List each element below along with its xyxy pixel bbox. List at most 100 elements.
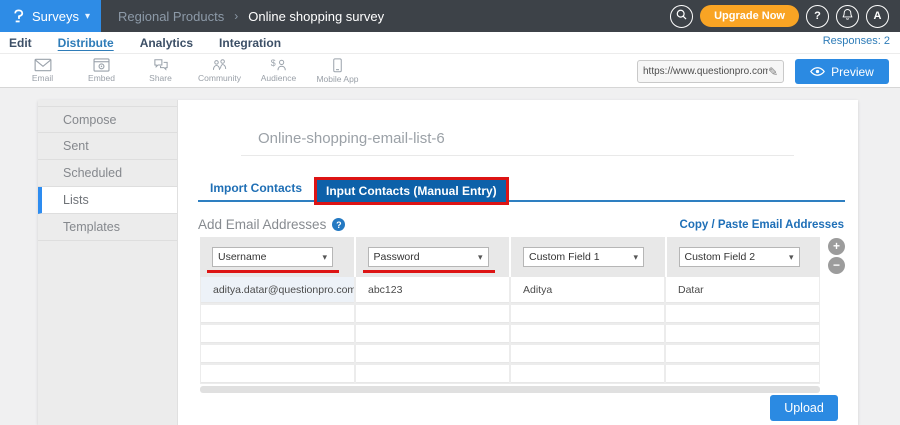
preview-label: Preview (831, 64, 874, 79)
sidebar-item-compose[interactable]: Compose (38, 106, 177, 133)
copy-paste-email-addresses-link[interactable]: Copy / Paste Email Addresses (680, 219, 844, 231)
tab-import-contacts[interactable]: Import Contacts (198, 176, 314, 200)
breadcrumb-current: Online shopping survey (248, 8, 385, 24)
table-cell-password[interactable] (356, 305, 509, 323)
question-mark-icon: ? (814, 10, 821, 22)
toolbar-item-label: Email (31, 73, 54, 83)
select-caret-icon: ▾ (322, 251, 327, 262)
table-cell-custom-2[interactable] (666, 365, 819, 383)
table-cell-custom-1[interactable] (511, 345, 664, 363)
breadcrumb-separator-icon: › (234, 9, 239, 23)
email-entry-table: Username ▾ Password ▾ Custom Field 1 ▾ C… (200, 237, 820, 393)
avatar[interactable]: A (866, 4, 889, 28)
embed-icon (93, 58, 110, 72)
edit-url-pencil-icon[interactable]: ✎ (768, 65, 778, 79)
top-header: Surveys ▾ Regional Products › Online sho… (0, 0, 900, 32)
survey-nav: Edit Distribute Analytics Integration Re… (0, 32, 900, 53)
list-detail-panel: Online-shopping-email-list-6 Import Cont… (178, 100, 858, 425)
avatar-initial: A (873, 10, 882, 22)
upgrade-now-button[interactable]: Upgrade Now (700, 5, 799, 27)
toolbar-item-embed[interactable]: Embed (72, 58, 131, 83)
preview-button[interactable]: Preview (795, 59, 889, 84)
breadcrumb: Regional Products › Online shopping surv… (118, 9, 384, 24)
toolbar-item-label: Mobile App (316, 73, 359, 84)
page: Surveys ▾ Regional Products › Online sho… (0, 0, 900, 425)
toolbar-item-label: Share (149, 73, 172, 83)
table-cell-custom-2[interactable] (666, 325, 819, 343)
help-button[interactable]: ? (806, 4, 829, 28)
table-cell-email[interactable] (201, 325, 354, 343)
table-cell-custom-2[interactable] (666, 345, 819, 363)
column-select-value: Username (218, 251, 267, 263)
select-caret-icon: ▾ (788, 251, 794, 262)
upload-button[interactable]: Upload (770, 395, 838, 421)
column-header-custom-field-2: Custom Field 2 ▾ (666, 237, 820, 277)
table-cell-email[interactable] (201, 365, 354, 383)
table-cell-custom-1[interactable]: Aditya (511, 277, 664, 303)
column-select-value: Password (373, 251, 420, 263)
table-cell-custom-1[interactable] (511, 325, 664, 343)
email-icon (34, 58, 52, 72)
table-cell-custom-2[interactable]: Datar (666, 277, 819, 303)
contacts-tabbar: Import Contacts Input Contacts (Manual E… (198, 176, 845, 205)
column-select-value: Custom Field 1 (529, 251, 600, 263)
sidebar-item-sent[interactable]: Sent (38, 133, 177, 160)
table-cell-custom-1[interactable] (511, 305, 664, 323)
add-row-button[interactable]: + (828, 238, 845, 255)
table-cell-password[interactable] (356, 325, 509, 343)
table-cell-password[interactable] (356, 365, 509, 383)
select-caret-icon: ▾ (477, 251, 483, 262)
notifications-button[interactable] (836, 4, 859, 28)
toolbar-item-label: Embed (88, 73, 115, 83)
nav-item-analytics[interactable]: Analytics (140, 36, 193, 50)
community-icon (211, 58, 229, 72)
toolbar-item-email[interactable]: Email (13, 58, 72, 83)
toolbar-item-audience[interactable]: $ Audience (249, 58, 308, 83)
column-select-username[interactable]: Username ▾ (212, 247, 333, 267)
add-email-addresses-label: Add Email Addresses (198, 217, 327, 232)
remove-row-button[interactable]: − (828, 257, 845, 274)
sidebar-item-lists[interactable]: Lists (38, 187, 177, 214)
table-cell-custom-2[interactable] (666, 305, 819, 323)
mobile-app-icon (332, 57, 343, 73)
list-name-field[interactable]: Online-shopping-email-list-6 (241, 122, 794, 156)
column-mapping-header: Username ▾ Password ▾ Custom Field 1 ▾ C… (200, 237, 820, 277)
toolbar-item-mobile-app[interactable]: Mobile App (308, 57, 367, 84)
content-card: Compose Sent Scheduled Lists Templates O… (38, 100, 858, 425)
survey-url-field[interactable]: https://www.questionpro.com/t/APNrFZ ✎ (637, 60, 784, 83)
product-switcher[interactable]: Surveys ▾ (0, 0, 101, 32)
table-cell-password[interactable]: abc123 (356, 277, 509, 303)
table-cell-password[interactable] (356, 345, 509, 363)
sidebar-item-templates[interactable]: Templates (38, 214, 177, 241)
table-cell-custom-1[interactable] (511, 365, 664, 383)
nav-item-distribute[interactable]: Distribute (58, 36, 114, 50)
column-header-username: Username ▾ (200, 237, 354, 277)
tab-input-contacts-manual-entry[interactable]: Input Contacts (Manual Entry) (317, 180, 506, 202)
table-cell-email[interactable] (201, 305, 354, 323)
toolbar-item-community[interactable]: Community (190, 58, 249, 83)
responses-count-link[interactable]: Responses: 2 (823, 35, 890, 47)
search-button[interactable] (670, 4, 694, 28)
sidebar-item-scheduled[interactable]: Scheduled (38, 160, 177, 187)
column-select-custom-field-1[interactable]: Custom Field 1 ▾ (523, 247, 644, 267)
table-cell-email[interactable] (201, 345, 354, 363)
eye-icon (810, 66, 826, 77)
search-icon (675, 8, 688, 24)
select-caret-icon: ▾ (633, 251, 638, 262)
breadcrumb-parent[interactable]: Regional Products (118, 9, 224, 24)
add-emails-section-header: Add Email Addresses ? Copy / Paste Email… (198, 217, 844, 232)
nav-item-integration[interactable]: Integration (219, 36, 281, 50)
help-tooltip-icon[interactable]: ? (332, 218, 346, 231)
column-select-password[interactable]: Password ▾ (367, 247, 489, 267)
annotation-underline (362, 270, 495, 273)
column-select-custom-field-2[interactable]: Custom Field 2 ▾ (678, 247, 800, 267)
nav-item-edit[interactable]: Edit (9, 36, 32, 50)
table-cell-email[interactable]: aditya.datar@questionpro.com (201, 277, 354, 303)
horizontal-scrollbar[interactable] (200, 386, 820, 393)
annotation-underline (207, 270, 339, 273)
toolbar-item-share[interactable]: Share (131, 58, 190, 83)
survey-url-value: https://www.questionpro.com/t/APNrFZ (643, 66, 768, 77)
bell-icon (841, 8, 854, 24)
audience-icon: $ (270, 58, 288, 72)
chevron-down-icon: ▾ (84, 10, 90, 22)
